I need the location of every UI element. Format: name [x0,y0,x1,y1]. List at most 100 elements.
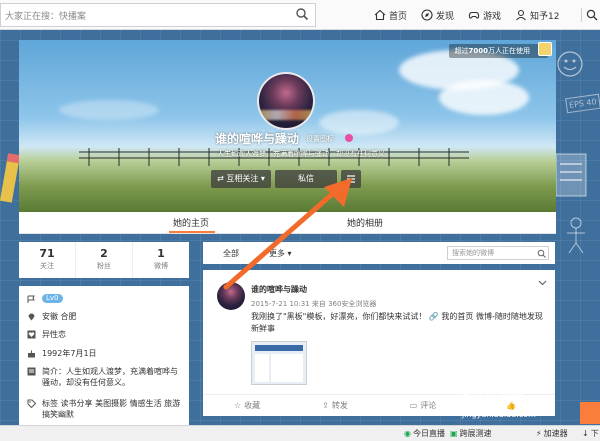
verify-setting-link[interactable]: 设置图标 [306,134,334,144]
nav-user-label: 知予12 [530,11,560,22]
search-icon[interactable] [537,249,546,258]
profile-avatar[interactable] [257,72,315,130]
tab-her-home[interactable]: 她的主页 [173,216,209,229]
feed-search-input[interactable]: 搜索她的微博 [447,246,549,260]
gamepad-icon [468,11,480,19]
stat-posts-label: 微博 [154,262,168,270]
speedtest-label: 跨展测速 [459,429,492,438]
home-icon [374,9,386,21]
compass-icon [421,9,433,21]
info-intro-text: 简介：人生如观人渡梦，充满着喧哗与骚动，却没有任何意义。 [42,367,178,387]
star-icon: ☆ [233,401,242,410]
user-count-suffix: 万人正在使用 [488,47,530,55]
speed-icon: ▣ [450,429,458,438]
stat-following-count: 71 [39,247,55,260]
info-orientation: 异性恋 [27,329,183,340]
top-navigation-bar: 大家正在搜：快播案 首页 发现 游戏 知予12 [0,0,600,30]
gender-female-icon [345,134,353,142]
info-birthday-text: 1992年7月1日 [42,349,97,358]
tag-icon [27,399,36,408]
post-meta: 2015-7-21 10:31 来自 360安全浏览器 [251,300,377,308]
nav-home[interactable]: 首页 [374,9,407,22]
level-badge[interactable]: Lv0 [42,294,63,303]
stat-following[interactable]: 71 关注 [19,242,76,278]
chevron-down-icon[interactable] [538,280,547,286]
profile-username: 谁的喧哗与躁动 [215,132,300,146]
top-nav-items: 首页 发现 游戏 知予12 [374,0,574,30]
info-intro: 简介：人生如观人渡梦，充满着喧哗与骚动，却没有任何意义。 [27,366,183,388]
stat-posts[interactable]: 1 微博 [133,242,189,278]
accelerator-icon: ⚡ [536,429,542,438]
user-count-number: 7000 [468,47,488,55]
intro-doc-icon [27,367,36,376]
comment-button[interactable]: ▭ 评论 [379,395,467,416]
global-search-box[interactable]: 大家正在搜：快播案 [0,2,316,27]
user-count-prefix: 超过 [454,47,469,55]
info-orientation-text: 异性恋 [42,330,66,339]
info-location: 安徽 合肥 [27,311,183,322]
chalk-smiley-icon [557,51,583,77]
favorite-button[interactable]: ☆ 收藏 [203,395,291,416]
nav-discover-label: 发现 [436,11,455,22]
active-tab-indicator [169,231,215,233]
annotation-arrow [223,178,352,290]
profile-stats: 71 关注 2 粉丝 1 微博 [19,242,189,278]
post-image-thumbnail[interactable] [251,341,307,385]
birthday-cake-icon [28,350,35,358]
info-location-text: 安徽 合肥 [42,312,77,321]
thumb-block [255,354,269,382]
stat-followers[interactable]: 2 粉丝 [76,242,133,278]
stat-following-label: 关注 [40,262,54,270]
info-birthday: 1992年7月1日 [27,348,183,359]
link-icon: 🔗 [428,312,442,321]
template-skin-icon[interactable] [538,42,552,56]
thumb-bar [255,345,303,351]
chalk-doodle-eps: EPS 40 [565,93,600,114]
info-tags-text[interactable]: 标签 读书分享 美图摄影 情感生活 旅游 搞笑幽默 [42,398,183,420]
baidu-jingyan-watermark: Baidu 经验 [462,391,524,404]
repost-icon: ⇪ [322,401,329,410]
user-count-badge: 超过7000万人正在使用 [448,44,548,58]
location-pin-icon [28,313,35,321]
accelerator-button[interactable]: ⚡ 加速器 [536,428,568,439]
download-label: 下 [590,429,599,438]
nav-games-label: 游戏 [483,11,502,22]
post-text: 我刚换了"黑板"模板，好漂亮，你们都快来试试！ 🔗 我的首页 微博-随时随地发现… [251,311,547,335]
browser-status-bar: ◉ 今日直播 ▣ 跨展测速 ⚡ 加速器 ↓ 下 [0,425,600,441]
post-body: 我刚换了"黑板"模板，好漂亮，你们都快来试试！ [251,312,427,321]
nav-divider [581,8,582,22]
stat-followers-count: 2 [100,247,108,260]
mail-icon[interactable] [580,402,600,424]
today-live-label: 今日直播 [412,429,445,438]
level-flag-icon [27,295,35,303]
info-tags: 标签 读书分享 美图摄影 情感生活 旅游 搞笑幽默 [27,398,183,420]
user-icon [516,9,526,21]
speedtest-button[interactable]: ▣ 跨展测速 [450,428,492,439]
nav-user[interactable]: 知予12 [515,9,560,22]
nav-home-label: 首页 [389,11,408,22]
nav-discover[interactable]: 发现 [421,9,454,22]
search-icon[interactable] [586,9,598,21]
accelerator-label: 加速器 [543,429,568,438]
thumb-block [271,354,303,382]
cloud-decoration [59,100,159,120]
info-level: Lv0 [27,294,183,304]
baidu-jingyan-url: jingyan.baidu.com [462,410,536,419]
cloud-decoration [319,110,399,135]
profile-bio: 人生如观人渡梦，充满着喧哗与骚动，却没有任何意义。 [217,150,392,158]
heart-icon [27,330,36,339]
search-icon[interactable] [295,7,309,21]
live-icon: ◉ [404,429,411,438]
today-live-button[interactable]: ◉ 今日直播 [404,428,445,439]
cloud-decoration [439,80,529,115]
chalk-ruler-icon [555,153,587,197]
stat-followers-label: 粉丝 [97,262,111,270]
download-icon: ↓ [582,429,589,438]
nav-games[interactable]: 游戏 [468,9,501,22]
download-button[interactable]: ↓ 下 [582,428,599,439]
comment-icon: ▭ [409,401,418,410]
comment-label: 评论 [420,401,437,410]
repost-button[interactable]: ⇪ 转发 [291,395,379,416]
feed-search-placeholder: 搜索她的微博 [452,249,494,257]
favorite-label: 收藏 [244,401,261,410]
